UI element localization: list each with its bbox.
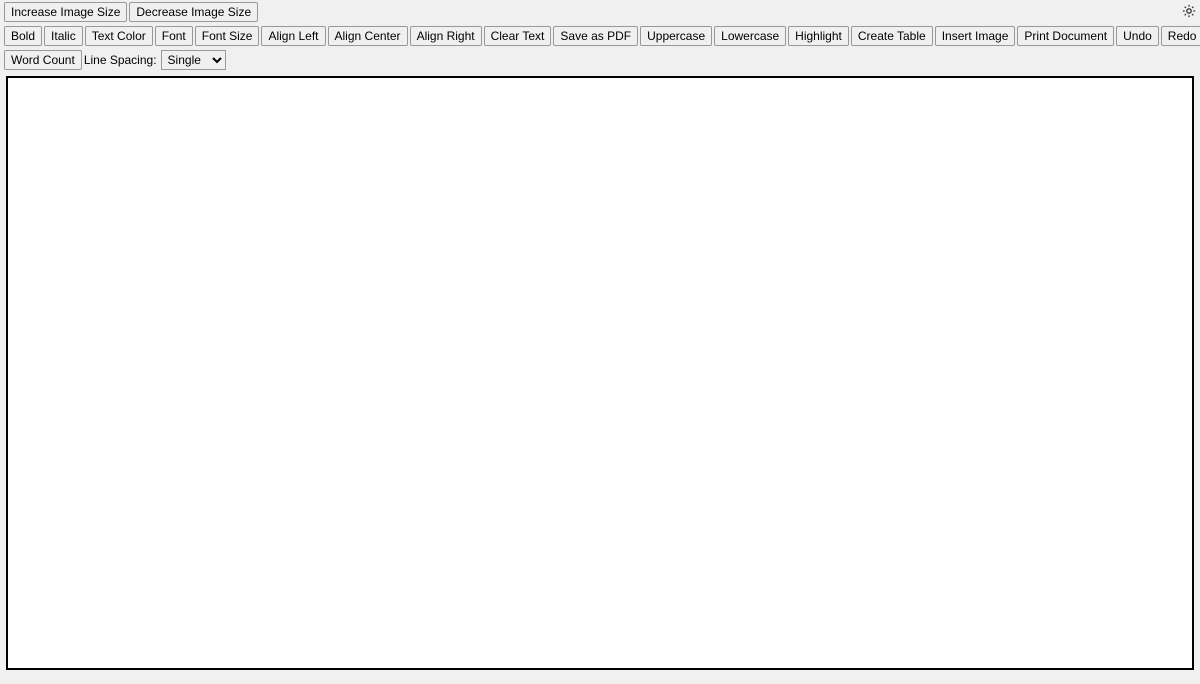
line-spacing-label: Line Spacing: <box>84 53 157 67</box>
highlight-button[interactable]: Highlight <box>788 26 849 46</box>
save-as-pdf-button[interactable]: Save as PDF <box>553 26 638 46</box>
bold-button[interactable]: Bold <box>4 26 42 46</box>
font-size-button[interactable]: Font Size <box>195 26 260 46</box>
undo-button[interactable]: Undo <box>1116 26 1159 46</box>
lowercase-button[interactable]: Lowercase <box>714 26 786 46</box>
uppercase-button[interactable]: Uppercase <box>640 26 712 46</box>
settings-icon-container[interactable] <box>1182 4 1196 21</box>
toolbar-row2: Bold Italic Text Color Font Font Size Al… <box>0 24 1200 48</box>
insert-image-button[interactable]: Insert Image <box>935 26 1016 46</box>
align-right-button[interactable]: Align Right <box>410 26 482 46</box>
italic-button[interactable]: Italic <box>44 26 83 46</box>
word-count-button[interactable]: Word Count <box>4 50 82 70</box>
align-left-button[interactable]: Align Left <box>261 26 325 46</box>
line-spacing-select[interactable]: Single 1.15 1.5 Double <box>161 50 226 70</box>
top-bar: Increase Image Size Decrease Image Size <box>0 0 1200 24</box>
decrease-image-size-button[interactable]: Decrease Image Size <box>129 2 258 22</box>
font-button[interactable]: Font <box>155 26 193 46</box>
editor-area[interactable] <box>6 76 1194 670</box>
print-document-button[interactable]: Print Document <box>1017 26 1114 46</box>
increase-image-size-button[interactable]: Increase Image Size <box>4 2 127 22</box>
image-buttons: Increase Image Size Decrease Image Size <box>4 2 258 22</box>
align-center-button[interactable]: Align Center <box>328 26 408 46</box>
toolbar-row3: Word Count Line Spacing: Single 1.15 1.5… <box>0 48 1200 72</box>
create-table-button[interactable]: Create Table <box>851 26 933 46</box>
text-color-button[interactable]: Text Color <box>85 26 153 46</box>
clear-text-button[interactable]: Clear Text <box>484 26 552 46</box>
gear-icon <box>1182 4 1196 18</box>
redo-button[interactable]: Redo <box>1161 26 1200 46</box>
